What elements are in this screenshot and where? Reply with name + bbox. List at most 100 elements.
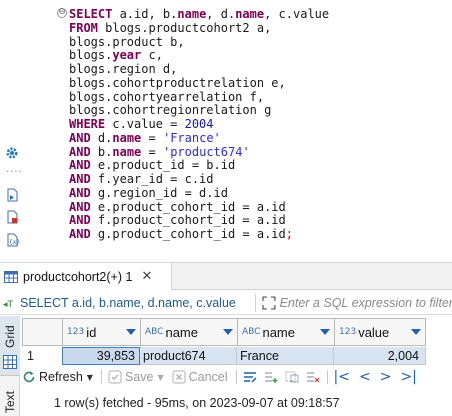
code-token: blogs.product b, (69, 34, 185, 49)
refresh-label: Refresh (39, 370, 83, 384)
tab-text[interactable]: Text (3, 389, 17, 413)
tab-productcohort2[interactable]: productcohort2(+) 1 ✕ (0, 263, 172, 290)
code-token: b. (90, 144, 113, 159)
code-line[interactable]: AND b.name = 'product674' (69, 144, 452, 160)
code-token: d. (90, 130, 113, 145)
toolbar-divider (100, 370, 102, 384)
editor-gutter: .... {x} (0, 0, 24, 262)
code-token: SELECT (69, 7, 113, 21)
code-token: AND (69, 158, 91, 173)
row-number[interactable]: 1 (22, 347, 62, 365)
code-token: AND (69, 144, 91, 159)
duplicate-row-icon[interactable] (285, 370, 299, 384)
code-line[interactable]: SELECT a.id, b.name, d.name, c.value (69, 7, 452, 22)
save-label: Save (124, 370, 154, 384)
tab-grid[interactable]: Grid (0, 316, 20, 376)
close-icon[interactable]: ✕ (141, 269, 152, 284)
row-number-header (22, 318, 62, 346)
column-header-b-name[interactable]: ABC name (140, 318, 237, 346)
code-token: 2004 (184, 117, 214, 131)
code-line[interactable]: blogs.cohortproductrelation e, (69, 75, 452, 91)
results-panel: productcohort2(+) 1 ✕ ◂T SELECT a.id, b.… (0, 262, 452, 416)
cell-b-name[interactable]: product674 (140, 347, 237, 365)
code-line[interactable]: AND e.product_id = b.id (69, 158, 452, 173)
code-line[interactable]: AND f.product_cohort_id = a.id (69, 213, 452, 228)
sql-editor[interactable]: .... {x} ⊖ SELECT a.id, b.name, d.name, … (0, 0, 452, 262)
code-line[interactable]: AND f.year_id = c.id (69, 172, 452, 187)
first-page-icon[interactable]: |< (334, 369, 350, 385)
code-token: blogs.cohortproductrelation e, (69, 75, 286, 90)
code-line[interactable]: blogs.cohortyearrelation f, (69, 90, 452, 105)
column-header-id[interactable]: 123 id (62, 318, 140, 346)
code-token: name (112, 130, 142, 145)
cancel-button[interactable]: Cancel (172, 370, 228, 384)
status-text: 1 row(s) fetched - 95ms, on 2023-09-07 a… (54, 396, 340, 410)
column-name: name (262, 324, 295, 340)
code-token: AND (69, 199, 91, 214)
sql-code[interactable]: SELECT a.id, b.name, d.name, c.value FROM… (69, 7, 452, 242)
code-token: e.product_cohort_id = a.id (90, 199, 286, 214)
sort-icon[interactable] (320, 329, 330, 335)
column-header-value[interactable]: 123 value (334, 318, 426, 346)
edit-row-icon[interactable] (243, 370, 257, 384)
code-line[interactable]: blogs.product b, (69, 34, 452, 50)
chevron-down-icon[interactable]: ▼ (87, 373, 93, 382)
code-token: = (141, 144, 163, 159)
code-token: blogs.productcohort2 a, (97, 20, 272, 35)
code-line[interactable]: FROM blogs.productcohort2 a, (69, 20, 452, 36)
toolbar-divider (235, 370, 237, 384)
code-token: blogs.region d, (69, 62, 178, 76)
code-token: f.product_cohort_id = a.id (90, 213, 286, 228)
code-line[interactable]: blogs.region d, (69, 62, 452, 77)
sort-icon[interactable] (126, 329, 136, 335)
code-token: 'France' (162, 130, 221, 145)
previous-page-icon[interactable]: < (359, 369, 371, 385)
sort-icon[interactable] (223, 329, 233, 335)
last-page-icon[interactable]: >| (400, 369, 416, 385)
sql-query-icon: ◂T (3, 300, 14, 309)
chevron-down-icon[interactable]: ▼ (157, 373, 163, 382)
code-line[interactable]: AND d.name = 'France' (69, 130, 452, 146)
code-token: c.value = (105, 117, 185, 131)
fold-marker-icon[interactable]: ⊖ (57, 8, 67, 18)
code-line[interactable]: blogs.year c, (69, 48, 452, 63)
delete-row-icon[interactable] (306, 370, 320, 384)
explain-plan-icon[interactable] (4, 209, 20, 225)
code-token: g.product_cohort_id = a.id (90, 227, 286, 241)
number-type-icon: 123 (67, 327, 85, 337)
table-row[interactable]: 39,853 product674 France 2,004 (62, 347, 426, 365)
next-page-icon[interactable]: > (380, 369, 392, 385)
column-name: id (86, 324, 97, 340)
save-button[interactable]: Save ▼ (108, 370, 164, 384)
refresh-button[interactable]: Refresh ▼ (22, 370, 93, 384)
cancel-label: Cancel (188, 370, 228, 384)
variables-icon[interactable]: {x} (4, 232, 20, 248)
filter-input[interactable] (279, 295, 452, 310)
code-line[interactable]: AND g.region_id = d.id (69, 186, 452, 201)
cell-id[interactable]: 39,853 (62, 347, 140, 365)
add-row-icon[interactable] (264, 370, 278, 384)
svg-text:{x}: {x} (9, 239, 19, 246)
code-line[interactable]: AND e.product_cohort_id = a.id (69, 199, 452, 215)
refresh-icon (23, 371, 35, 383)
code-token: year (112, 48, 142, 63)
sort-icon[interactable] (411, 329, 421, 335)
filter-expand-icon[interactable] (262, 295, 276, 310)
svg-text:◂T: ◂T (3, 300, 14, 309)
column-header-d-name[interactable]: ABC name (237, 318, 334, 346)
gear-icon[interactable] (4, 145, 20, 161)
code-token: = (141, 130, 163, 145)
execute-script-icon[interactable] (4, 187, 20, 203)
code-token: name (235, 7, 265, 21)
view-mode-sidebar: Grid Text (0, 316, 20, 416)
number-type-icon: 123 (339, 327, 357, 337)
code-line[interactable]: blogs.cohortregionrelation g (69, 103, 452, 118)
code-line[interactable]: AND g.product_cohort_id = a.id; (69, 227, 452, 242)
code-token: f.year_id = c.id (90, 172, 214, 186)
code-line[interactable]: WHERE c.value = 2004 (69, 117, 452, 132)
cell-value[interactable]: 2,004 (334, 347, 426, 365)
code-token: name (177, 7, 207, 21)
cell-d-name[interactable]: France (237, 347, 334, 365)
code-token: , c.value (264, 7, 330, 21)
code-token: c, (141, 48, 163, 63)
